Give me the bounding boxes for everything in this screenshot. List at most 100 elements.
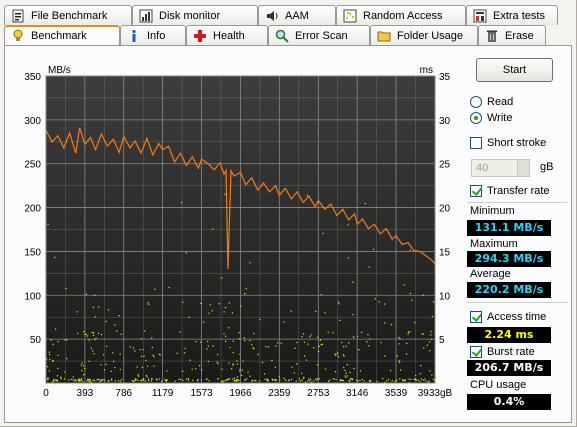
minimum-value: 131.1 MB/s bbox=[467, 220, 551, 236]
y-right-tick-label: 30 bbox=[439, 116, 451, 127]
x-tick-label: 2753 bbox=[307, 388, 330, 399]
tab-random-access[interactable]: Random Access bbox=[336, 5, 466, 25]
access-time-point bbox=[311, 381, 313, 383]
access-time-point bbox=[324, 368, 327, 370]
tab-benchmark[interactable]: Benchmark bbox=[4, 25, 120, 45]
access-time-point bbox=[252, 347, 254, 349]
access-time-point bbox=[346, 364, 348, 366]
access-time-point bbox=[352, 313, 354, 316]
access-time-point bbox=[422, 379, 425, 381]
short-stroke-option[interactable]: Short stroke bbox=[470, 137, 546, 149]
access-time-point bbox=[313, 380, 315, 382]
access-time-point bbox=[345, 372, 347, 374]
access-time-point bbox=[351, 378, 354, 380]
maximum-value: 294.3 MB/s bbox=[467, 251, 551, 267]
access-time-option[interactable]: Access time bbox=[470, 311, 546, 323]
access-time-point bbox=[165, 380, 168, 382]
access-time-point bbox=[50, 339, 52, 341]
access-time-point bbox=[206, 378, 208, 380]
short-stroke-spinner[interactable]: 40 bbox=[471, 159, 530, 177]
access-time-point bbox=[264, 378, 266, 380]
access-time-point bbox=[266, 378, 268, 380]
tab-folder-usage[interactable]: Folder Usage bbox=[370, 25, 478, 45]
access-time-point bbox=[46, 366, 49, 368]
access-time-point bbox=[132, 347, 135, 349]
tab-label: Extra tests bbox=[493, 9, 545, 22]
burst-rate-checkbox[interactable] bbox=[470, 346, 482, 358]
tab-extra-tests[interactable]: Extra tests bbox=[466, 5, 558, 25]
access-time-point bbox=[63, 378, 66, 380]
transfer-rate-checkbox[interactable] bbox=[470, 185, 482, 197]
access-time-point bbox=[74, 379, 77, 381]
read-radio-option[interactable]: Read bbox=[470, 96, 513, 108]
access-time-point bbox=[360, 331, 363, 334]
y-right-tick-label: 5 bbox=[439, 335, 445, 346]
tab-disk-monitor[interactable]: Disk monitor bbox=[132, 5, 258, 25]
tab-info[interactable]: Info bbox=[120, 25, 186, 45]
read-radio[interactable] bbox=[470, 96, 482, 108]
spin-up-button[interactable] bbox=[517, 160, 529, 168]
access-time-point bbox=[47, 223, 49, 225]
access-time-point bbox=[359, 370, 362, 372]
access-time-point bbox=[232, 352, 234, 354]
access-time-point bbox=[160, 380, 163, 382]
access-time-point bbox=[420, 364, 422, 367]
transfer-rate-option[interactable]: Transfer rate bbox=[470, 185, 550, 197]
access-time-point bbox=[308, 378, 310, 380]
access-time-point bbox=[390, 323, 393, 326]
folder-icon bbox=[377, 29, 391, 43]
access-time-point bbox=[100, 364, 102, 366]
access-time-point bbox=[399, 369, 402, 371]
write-radio[interactable] bbox=[470, 112, 482, 124]
access-time-point bbox=[338, 303, 340, 305]
access-time-point bbox=[402, 378, 404, 381]
access-time-point bbox=[352, 281, 354, 283]
access-time-point bbox=[364, 202, 366, 205]
access-time-point bbox=[294, 347, 296, 349]
access-time-point bbox=[46, 358, 48, 360]
access-time-point bbox=[378, 301, 380, 303]
access-time-point bbox=[405, 353, 408, 355]
minimum-label: Minimum bbox=[470, 205, 515, 217]
access-time-point bbox=[200, 369, 203, 371]
x-tick-label: 3539 bbox=[385, 388, 408, 399]
access-time-point bbox=[290, 310, 292, 312]
access-time-point bbox=[49, 353, 51, 356]
access-time-point bbox=[119, 353, 121, 355]
tab-label: Erase bbox=[505, 29, 534, 42]
access-time-point bbox=[111, 379, 113, 381]
tab-error-scan[interactable]: Error Scan bbox=[268, 25, 370, 45]
access-time-point bbox=[144, 380, 147, 382]
access-time-point bbox=[426, 344, 429, 346]
access-time-point bbox=[329, 379, 331, 381]
access-time-point bbox=[340, 379, 342, 381]
access-time-checkbox[interactable] bbox=[470, 311, 482, 323]
write-radio-option[interactable]: Write bbox=[470, 112, 512, 124]
access-time-point bbox=[73, 380, 75, 382]
access-time-point bbox=[101, 333, 103, 336]
access-time-point bbox=[48, 370, 51, 372]
write-label: Write bbox=[487, 112, 513, 124]
access-time-point bbox=[309, 380, 311, 382]
access-time-point bbox=[218, 303, 220, 305]
tab-aam[interactable]: AAM bbox=[258, 5, 336, 25]
access-time-point bbox=[199, 365, 201, 367]
tab-health[interactable]: Health bbox=[186, 25, 268, 45]
access-time-point bbox=[85, 293, 88, 296]
access-time-point bbox=[429, 350, 431, 352]
tab-erase[interactable]: Erase bbox=[478, 25, 546, 45]
access-time-point bbox=[259, 318, 261, 321]
start-button[interactable]: Start bbox=[476, 58, 553, 82]
access-time-point bbox=[415, 378, 417, 380]
access-time-point bbox=[216, 361, 218, 363]
burst-rate-option[interactable]: Burst rate bbox=[470, 346, 535, 358]
access-time-point bbox=[150, 380, 152, 382]
spin-down-button[interactable] bbox=[517, 168, 529, 176]
access-time-point bbox=[200, 341, 202, 343]
short-stroke-checkbox[interactable] bbox=[470, 137, 482, 149]
benchmark-chart: 0 393 786 1179 1573 1966 2359 2753 3146 3539 3933g… bbox=[5, 46, 465, 424]
access-time-point bbox=[76, 332, 79, 334]
tab-file-benchmark[interactable]: File Benchmark bbox=[4, 5, 132, 25]
access-time-point bbox=[185, 378, 188, 380]
access-time-point bbox=[322, 232, 324, 235]
